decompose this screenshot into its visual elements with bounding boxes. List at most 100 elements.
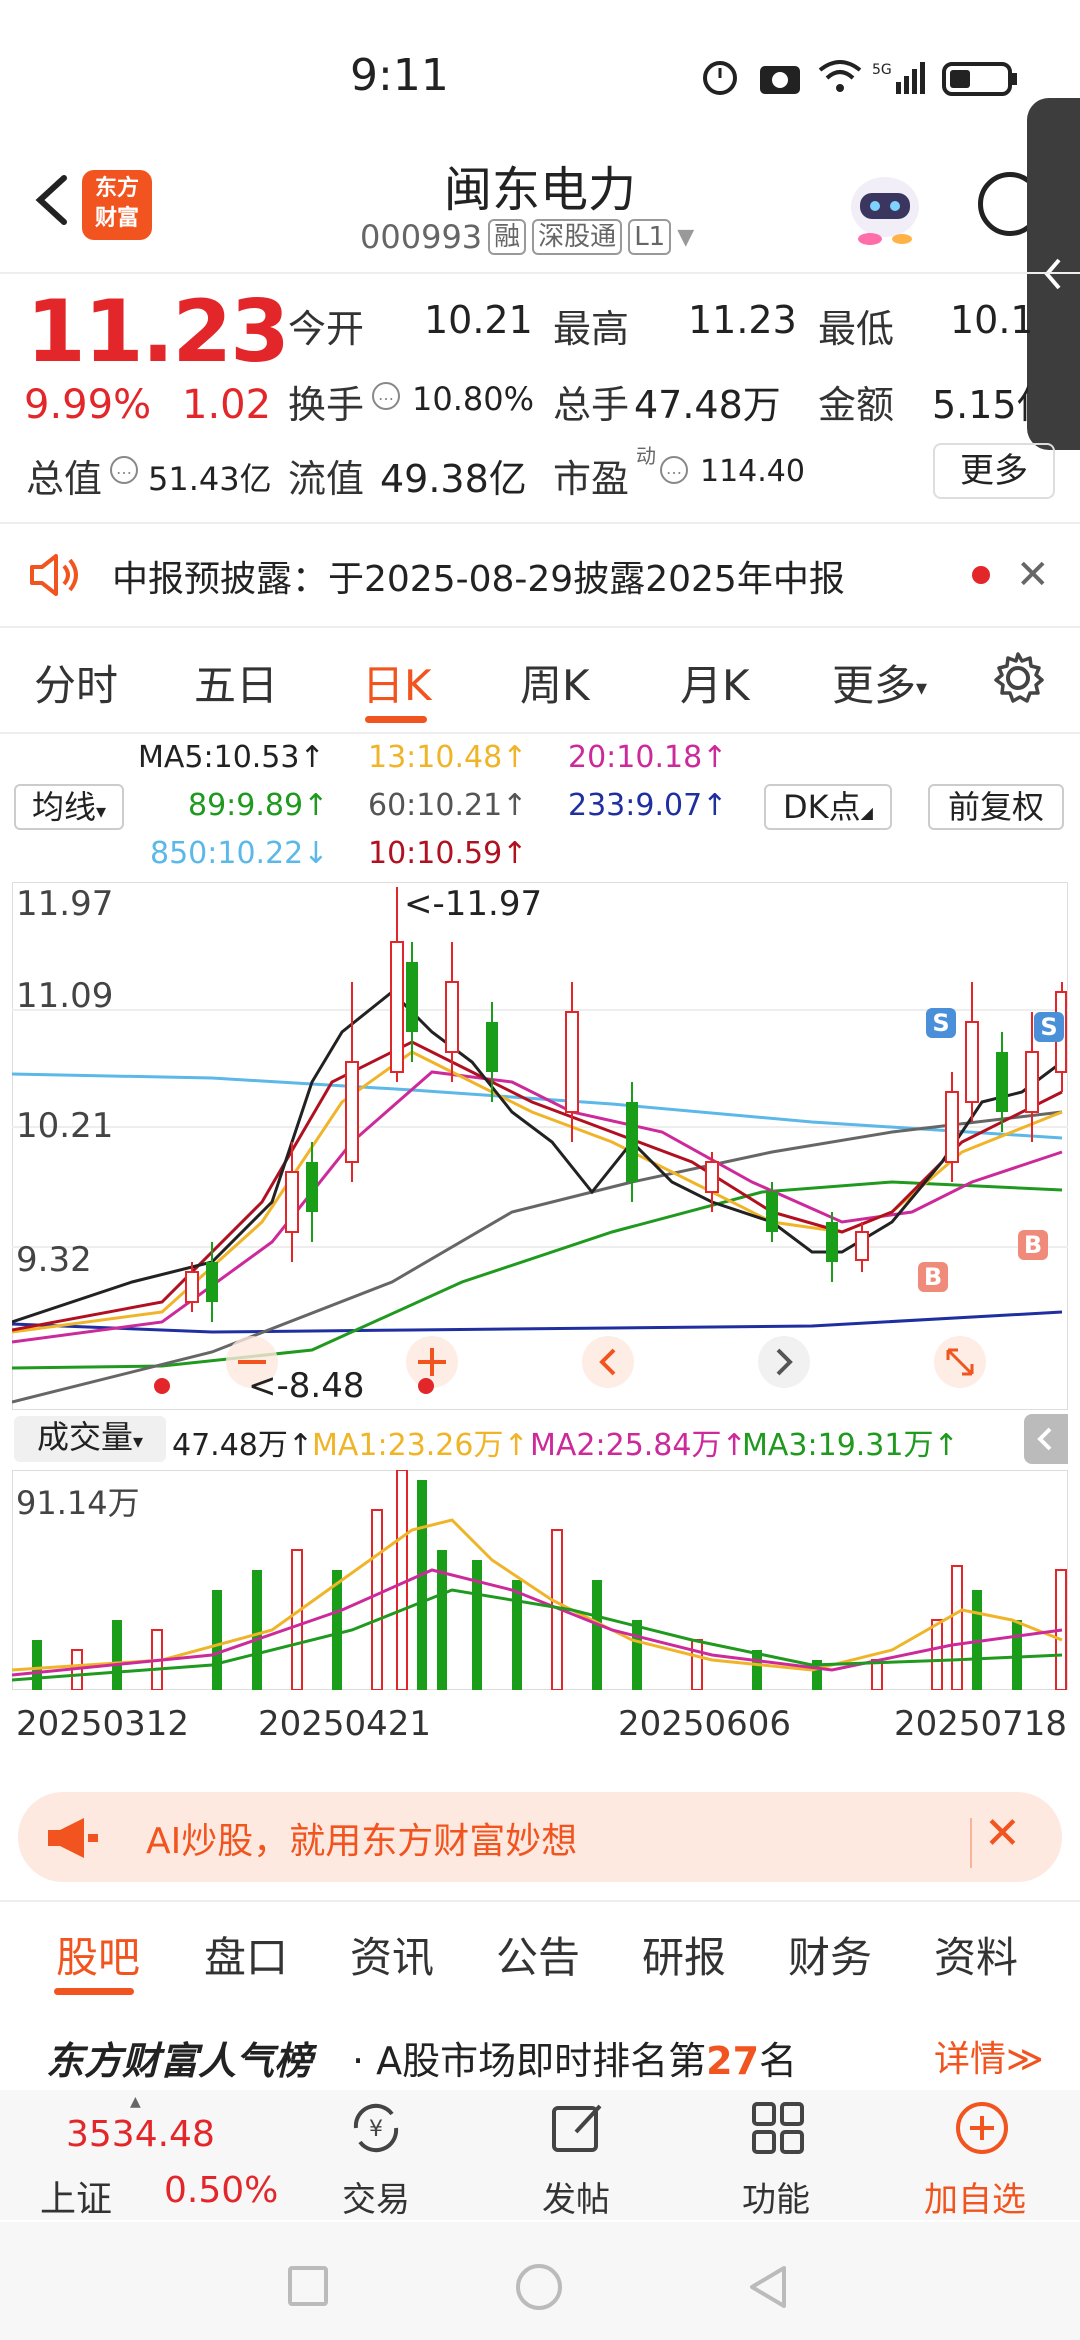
event-dot [418, 1378, 434, 1394]
high-value: 11.23 [688, 298, 797, 342]
side-panel-handle[interactable] [1027, 98, 1080, 450]
svg-text:B: B [1024, 1231, 1042, 1259]
x-axis-date: 20250421 [258, 1704, 432, 1744]
tab-profile[interactable]: 资料 [934, 1924, 1018, 1985]
trade-icon[interactable]: ¥ [346, 2098, 406, 2158]
tab-more[interactable]: 更多▾ [832, 652, 927, 713]
turnover-label: 换手 [288, 383, 365, 427]
more-quote-button[interactable]: 更多 [933, 443, 1055, 499]
info-icon[interactable]: … [110, 456, 138, 484]
market-cap-label: 总值 [26, 457, 103, 501]
ma10-legend: 10:10.59↑ [368, 836, 528, 871]
level-tag: L1 [628, 219, 672, 255]
home-icon[interactable] [516, 2264, 562, 2310]
stock-code-row[interactable]: 000993 融 深股通 L1 ▼ [360, 218, 694, 256]
divider [0, 626, 1080, 628]
recent-apps-icon[interactable] [288, 2266, 328, 2306]
change-percent: 9.99% [24, 382, 152, 428]
tab-intraday[interactable]: 分时 [34, 652, 118, 713]
vol-ma1: MA1:23.26万↑ [312, 1428, 529, 1463]
chevron-left-icon [1037, 1427, 1052, 1451]
active-tab-indicator [54, 1988, 134, 1995]
index-value[interactable]: 3534.48 [66, 2114, 215, 2155]
tab-five-day[interactable]: 五日 [194, 652, 278, 713]
divider [0, 272, 1080, 274]
rank-prefix: · A股市场即时排名第 [352, 2039, 707, 2083]
compose-icon[interactable] [548, 2098, 608, 2158]
divider [0, 1900, 1080, 1902]
float-cap-value: 49.38亿 [380, 457, 527, 501]
svg-text:¥: ¥ [369, 2117, 383, 2142]
buy-marker: B [918, 1262, 948, 1292]
function-label[interactable]: 功能 [742, 2172, 810, 2221]
volume-header: 成交量▾ 47.48万↑ MA1:23.26万↑ MA2:25.84万↑ MA3… [12, 1410, 1068, 1470]
event-dot [154, 1378, 170, 1394]
caret-down-icon: ▾ [95, 799, 107, 823]
settings-gear-icon[interactable] [990, 650, 1046, 706]
ma60-legend: 60:10.21↑ [368, 788, 528, 823]
tab-finance[interactable]: 财务 [788, 1924, 872, 1985]
rank-detail-link[interactable]: 详情≫ [934, 2030, 1044, 2082]
low-label: 最低 [818, 307, 895, 351]
assistant-robot-icon[interactable] [840, 165, 930, 250]
signal-icon: 5G [872, 62, 925, 94]
tab-order-book[interactable]: 盘口 [204, 1924, 288, 1985]
rank-suffix: 名 [759, 2039, 798, 2083]
x-axis-date: 20250718 [894, 1704, 1068, 1744]
post-label[interactable]: 发帖 [542, 2172, 610, 2221]
low-value: 10.1 [950, 298, 1030, 342]
tab-daily-k[interactable]: 日K [362, 652, 432, 713]
stock-code: 000993 [360, 218, 483, 256]
fullscreen-button [934, 1336, 986, 1388]
collapse-panel-button[interactable] [1024, 1414, 1068, 1464]
pe-label: 市盈 [553, 457, 630, 501]
tab-monthly-k[interactable]: 月K [680, 652, 750, 713]
adjust-mode-button[interactable]: 前复权 [928, 784, 1064, 830]
tab-weekly-k[interactable]: 周K [520, 652, 590, 713]
low-annotation: <-8.48 [248, 1366, 365, 1406]
vol-ma3: MA3:19.31万↑ [742, 1428, 959, 1463]
tab-forum[interactable]: 股吧 [56, 1924, 140, 1985]
caret-up-icon: ▲ [130, 2094, 141, 2110]
megaphone-icon [48, 1818, 98, 1858]
open-label: 今开 [288, 307, 365, 351]
tab-research[interactable]: 研报 [642, 1924, 726, 1985]
pe-dynamic-sup: 动 [636, 444, 656, 468]
unread-dot [972, 566, 990, 584]
volume-value: 47.48万 [634, 383, 781, 427]
info-icon[interactable]: … [660, 456, 688, 484]
back-triangle-icon[interactable] [746, 2262, 790, 2312]
rank-text: · A股市场即时排名第27名 [352, 2030, 797, 2085]
add-watchlist-label[interactable]: 加自选 [924, 2172, 1026, 2221]
market-cap-value: 51.43亿 [148, 460, 272, 498]
add-watchlist-icon[interactable] [952, 2098, 1012, 2158]
tab-news[interactable]: 资讯 [350, 1924, 434, 1985]
volume-chart[interactable] [12, 1470, 1068, 1690]
ma-selector-label: 均线 [31, 788, 96, 826]
tab-announcements[interactable]: 公告 [496, 1924, 580, 1985]
ma20-legend: 20:10.18↑ [568, 740, 728, 775]
promo-text: AI炒股，就用东方财富妙想 [146, 1821, 578, 1862]
indicator-selector-label: 成交量 [36, 1418, 133, 1456]
zoom-in-button [406, 1336, 458, 1388]
volume-label: 总手 [553, 383, 630, 427]
active-tab-indicator [365, 716, 427, 723]
grid-apps-icon[interactable] [748, 2098, 808, 2158]
ma-selector-button[interactable]: 均线▾ [14, 784, 124, 830]
alarm-icon [703, 61, 737, 95]
amount-label: 金额 [818, 383, 895, 427]
dk-point-button[interactable]: DK点◢ [764, 784, 892, 830]
close-icon[interactable]: ✕ [1016, 552, 1050, 598]
wifi-icon [818, 60, 862, 92]
trade-label[interactable]: 交易 [342, 2172, 410, 2221]
scroll-left-button [582, 1336, 634, 1388]
info-icon[interactable]: … [372, 382, 400, 410]
dk-point-label: DK点 [783, 788, 861, 826]
index-percent: 0.50% [164, 2170, 279, 2211]
indicator-selector-button[interactable]: 成交量▾ [14, 1416, 166, 1462]
system-nav-bar [0, 2222, 1080, 2340]
kline-chart[interactable]: S S B B [12, 882, 1068, 1410]
close-icon[interactable]: ✕ [984, 1808, 1021, 1859]
margin-tag: 融 [488, 219, 527, 255]
ma233-legend: 233:9.07↑ [568, 788, 728, 823]
